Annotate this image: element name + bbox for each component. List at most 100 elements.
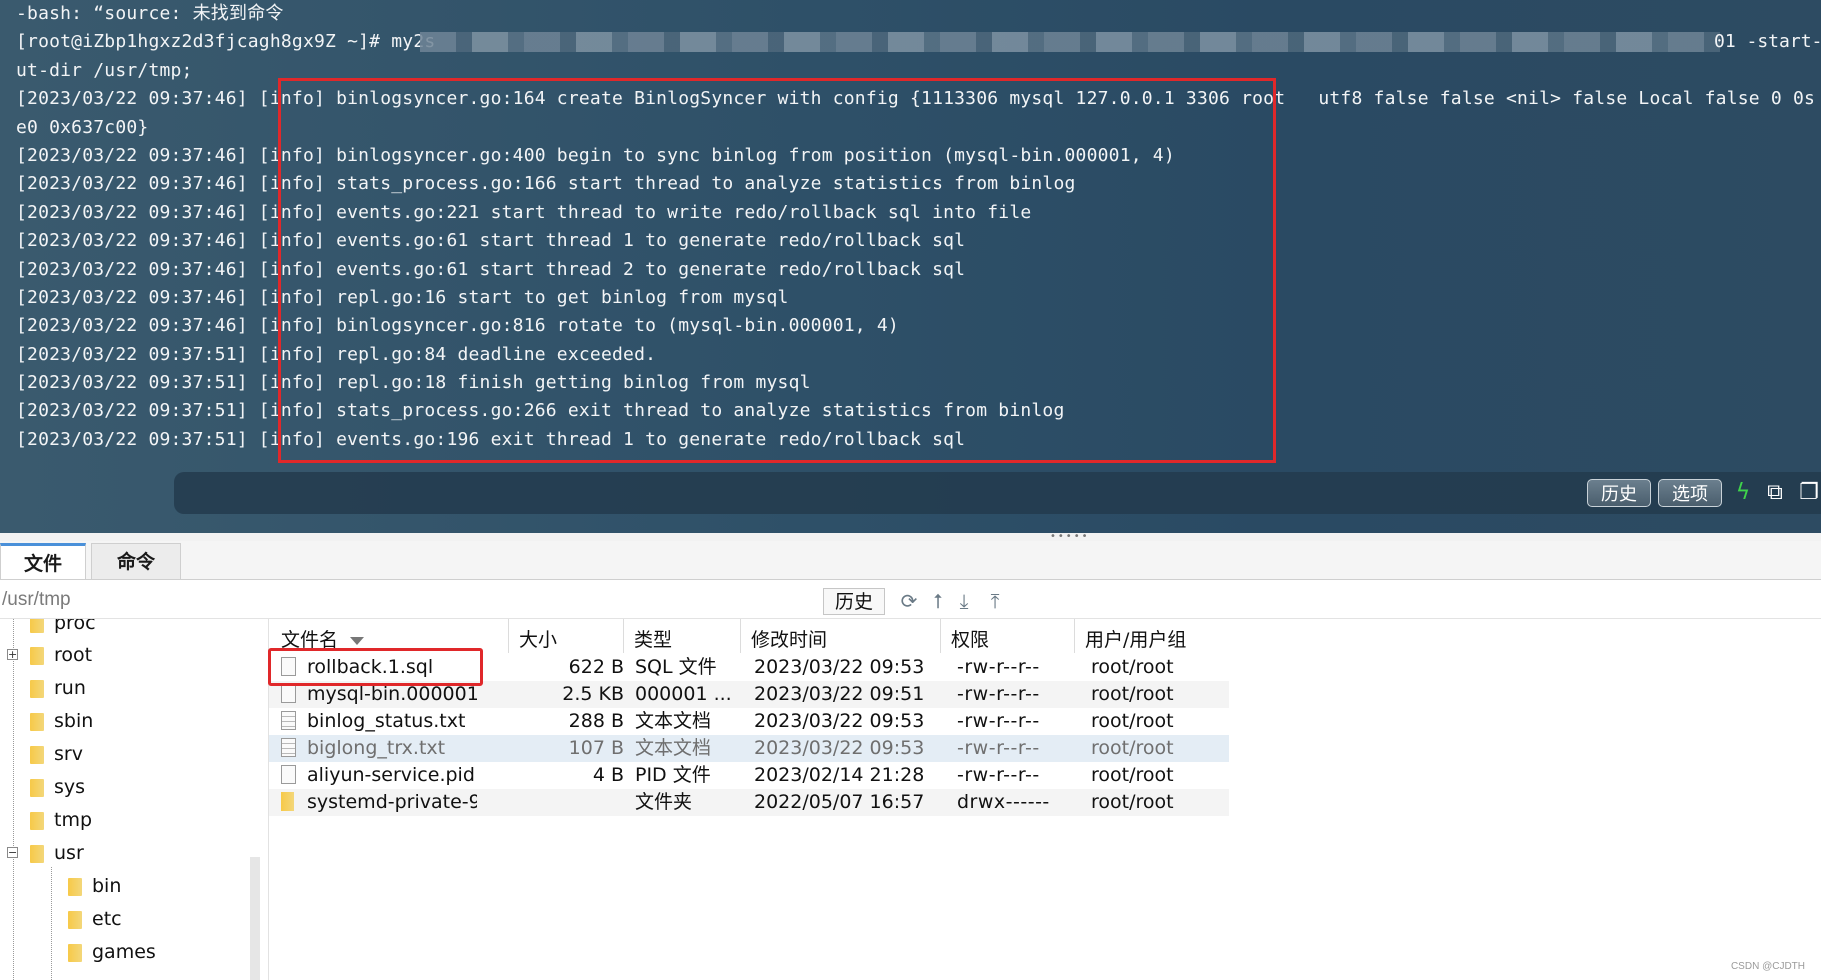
file-mtime: 2023/02/14 21:28	[754, 764, 925, 786]
file-owner: root/root	[1091, 791, 1174, 813]
tree-item-srv[interactable]: srv	[30, 738, 83, 771]
tree-item-usr[interactable]: usr	[30, 837, 84, 870]
file-permissions: -rw-r--r--	[957, 710, 1040, 732]
expand-icon[interactable]: +	[7, 649, 18, 660]
file-size: 107 B	[568, 737, 624, 759]
tree-scrollbar[interactable]	[250, 857, 260, 980]
tree-item-run[interactable]: run	[30, 672, 86, 705]
tree-item-sbin[interactable]: sbin	[30, 705, 93, 738]
tree-item-label: games	[92, 941, 156, 963]
file-permissions: -rw-r--r--	[957, 737, 1040, 759]
file-mtime: 2023/03/22 09:53	[754, 656, 925, 678]
text-file-icon	[281, 738, 296, 757]
paste-icon[interactable]: ❐	[1796, 480, 1821, 506]
redacted-command	[420, 32, 1720, 52]
folder-icon	[68, 910, 82, 929]
file-name: systemd-private-96...	[307, 791, 477, 813]
upload-icon[interactable]: ⤒	[983, 588, 1007, 614]
collapse-icon[interactable]: −	[7, 847, 18, 858]
file-permissions: drwx------	[957, 791, 1050, 813]
folder-icon	[281, 792, 294, 811]
tab-commands[interactable]: 命令	[91, 543, 181, 579]
folder-icon	[30, 619, 44, 633]
path-history-button[interactable]: 历史	[823, 588, 885, 615]
file-owner: root/root	[1091, 737, 1174, 759]
path-bar: /usr/tmp 历史 ⟳ ⭡ ⤓ ⤒	[0, 580, 1821, 619]
file-row[interactable]: binlog_status.txt 288 B 文本文档 2023/03/22 …	[269, 708, 1229, 735]
tree-item-proc[interactable]: proc	[30, 619, 96, 640]
folder-icon	[30, 844, 44, 863]
folder-icon	[30, 778, 44, 797]
folder-icon	[30, 745, 44, 764]
tree-guide-line	[13, 619, 14, 980]
text-file-icon	[281, 711, 296, 730]
tree-item-label: usr	[54, 842, 84, 864]
tree-guide-line	[51, 867, 52, 980]
file-mtime: 2023/03/22 09:53	[754, 710, 925, 732]
file-type: 000001 ...	[635, 683, 732, 705]
file-row[interactable]: systemd-private-96... 文件夹 2022/05/07 16:…	[269, 789, 1229, 816]
file-row[interactable]: aliyun-service.pid 4 B PID 文件 2023/02/14…	[269, 762, 1229, 789]
folder-icon	[68, 877, 82, 896]
copy-icon[interactable]: ⧉	[1762, 480, 1788, 506]
tree-item-bin[interactable]: bin	[68, 870, 121, 903]
tree-item-label: sys	[54, 776, 86, 798]
folder-link-icon	[30, 712, 44, 731]
file-row-selected[interactable]: biglong_trx.txt 107 B 文本文档 2023/03/22 09…	[269, 735, 1229, 762]
folder-icon	[30, 646, 44, 665]
history-button[interactable]: 历史	[1587, 479, 1651, 507]
file-name: aliyun-service.pid	[307, 764, 475, 786]
column-header-size[interactable]: 大小	[509, 619, 624, 653]
file-owner: root/root	[1091, 656, 1174, 678]
column-header-type[interactable]: 类型	[624, 619, 741, 653]
file-size	[494, 789, 624, 816]
up-icon[interactable]: ⭡	[926, 588, 950, 614]
watermark: CSDN @CJDTH	[1730, 961, 1805, 972]
tree-item-label: proc	[54, 619, 96, 634]
terminal-panel[interactable]: -bash: “source: 未找到命令 [root@iZbp1hgxz2d3…	[0, 0, 1821, 533]
options-button[interactable]: 选项	[1658, 479, 1722, 507]
file-owner: root/root	[1091, 764, 1174, 786]
sort-desc-icon	[350, 636, 365, 645]
file-size: 288 B	[568, 710, 624, 732]
tree-item-label: sbin	[54, 710, 94, 732]
tree-item-sys[interactable]: sys	[30, 771, 85, 804]
tree-item-label: root	[54, 644, 93, 666]
file-permissions: -rw-r--r--	[957, 656, 1040, 678]
splitter-grip-icon: •••••	[1050, 531, 1090, 542]
tab-files[interactable]: 文件	[0, 543, 86, 579]
file-type: 文本文档	[635, 737, 712, 759]
tree-item-games[interactable]: games	[68, 936, 156, 969]
file-type: 文本文档	[635, 710, 712, 732]
file-mtime: 2023/03/22 09:51	[754, 683, 925, 705]
tree-item-label: etc	[92, 908, 122, 930]
tab-bar: 文件 命令	[0, 541, 1821, 580]
terminal-line-text: [root@iZbp1hgxz2d3fjcagh8gx9Z ~]# my2s	[16, 31, 436, 53]
file-icon	[281, 684, 296, 703]
path-input[interactable]: /usr/tmp	[2, 587, 822, 613]
terminal-line: -bash: “source: 未找到命令	[16, 3, 284, 24]
file-owner: root/root	[1091, 710, 1174, 732]
tree-item-root[interactable]: root	[30, 639, 92, 672]
tree-item-etc[interactable]: etc	[68, 903, 122, 936]
tree-item-label: run	[54, 677, 86, 699]
file-name: binlog_status.txt	[307, 710, 466, 732]
directory-tree[interactable]: proc + root run sbin srv sys tmp − usr b…	[0, 619, 262, 980]
command-input-bar[interactable]	[174, 472, 1821, 514]
file-name: biglong_trx.txt	[307, 737, 446, 759]
folder-icon	[30, 679, 44, 698]
column-header-permissions[interactable]: 权限	[941, 619, 1075, 653]
file-type: SQL 文件	[635, 656, 717, 678]
file-icon	[281, 765, 296, 784]
tree-item-tmp[interactable]: tmp	[30, 804, 92, 837]
lightning-icon[interactable]: ϟ	[1730, 480, 1756, 506]
terminal-line-tail: 01 -start-	[1714, 31, 1821, 52]
download-icon[interactable]: ⤓	[952, 588, 976, 614]
file-mtime: 2023/03/22 09:53	[754, 737, 925, 759]
file-type: PID 文件	[635, 764, 711, 786]
file-highlight-box	[268, 648, 483, 686]
column-header-owner[interactable]: 用户/用户组	[1075, 619, 1229, 653]
refresh-icon[interactable]: ⟳	[897, 588, 921, 614]
file-owner: root/root	[1091, 683, 1174, 705]
column-header-mtime[interactable]: 修改时间	[741, 619, 941, 653]
